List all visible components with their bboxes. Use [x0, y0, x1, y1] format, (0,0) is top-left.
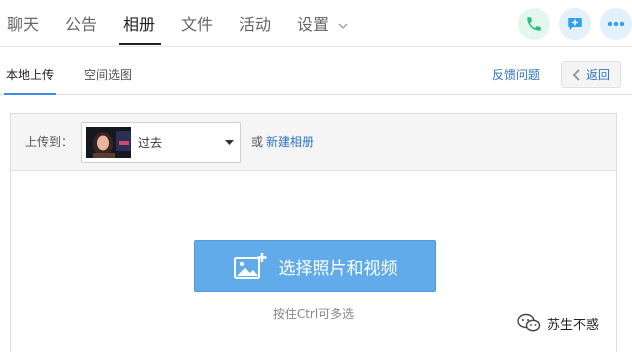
back-button-label: 返回: [585, 68, 610, 82]
select-photos-videos-label: 选择照片和视频: [278, 258, 398, 279]
upload-target-bar: 上传到： 过去 或 新建相册: [11, 114, 616, 171]
tab-album[interactable]: 相册: [123, 14, 155, 36]
more-button[interactable]: [600, 8, 632, 40]
tab-announcement[interactable]: 公告: [65, 14, 97, 36]
album-cover-thumbnail: [86, 127, 131, 158]
chat-add-icon: [568, 18, 582, 30]
feedback-link[interactable]: 反馈问题: [492, 67, 540, 83]
wechat-watermark: 苏生不惑: [517, 313, 599, 333]
album-sub-tab-bar: 本地上传 空间选图 反馈问题 返回: [0, 48, 632, 95]
group-top-tab-bar: 聊天 公告 相册 文件 活动 设置: [0, 0, 632, 47]
album-select-dropdown[interactable]: 过去: [81, 122, 241, 163]
tab-space-select[interactable]: 空间选图: [84, 67, 132, 83]
add-image-icon: [233, 253, 266, 279]
phone-icon: [527, 17, 541, 31]
more-icon: [607, 21, 625, 27]
tab-settings[interactable]: 设置: [297, 14, 348, 36]
watermark-text: 苏生不惑: [547, 317, 600, 333]
tab-files[interactable]: 文件: [181, 14, 213, 36]
chevron-left-icon: [572, 68, 580, 81]
chevron-down-icon: [338, 23, 348, 29]
tab-settings-label: 设置: [297, 15, 330, 34]
caret-down-icon: [225, 140, 234, 145]
chat-add-button[interactable]: [559, 8, 591, 40]
tab-chat[interactable]: 聊天: [7, 14, 39, 36]
active-tab-indicator: [119, 43, 161, 45]
new-album-link[interactable]: 新建相册: [266, 134, 314, 150]
tab-activity[interactable]: 活动: [239, 14, 271, 36]
or-label: 或: [251, 135, 264, 149]
wechat-icon: [517, 313, 541, 332]
select-photos-videos-button[interactable]: 选择照片和视频: [194, 240, 436, 292]
active-subtab-indicator: [4, 93, 56, 95]
upload-to-label: 上传到：: [25, 135, 74, 149]
voice-call-button[interactable]: [518, 8, 550, 40]
back-button[interactable]: 返回: [561, 61, 621, 88]
album-selected-name: 过去: [138, 136, 163, 150]
tab-local-upload[interactable]: 本地上传: [6, 67, 54, 83]
